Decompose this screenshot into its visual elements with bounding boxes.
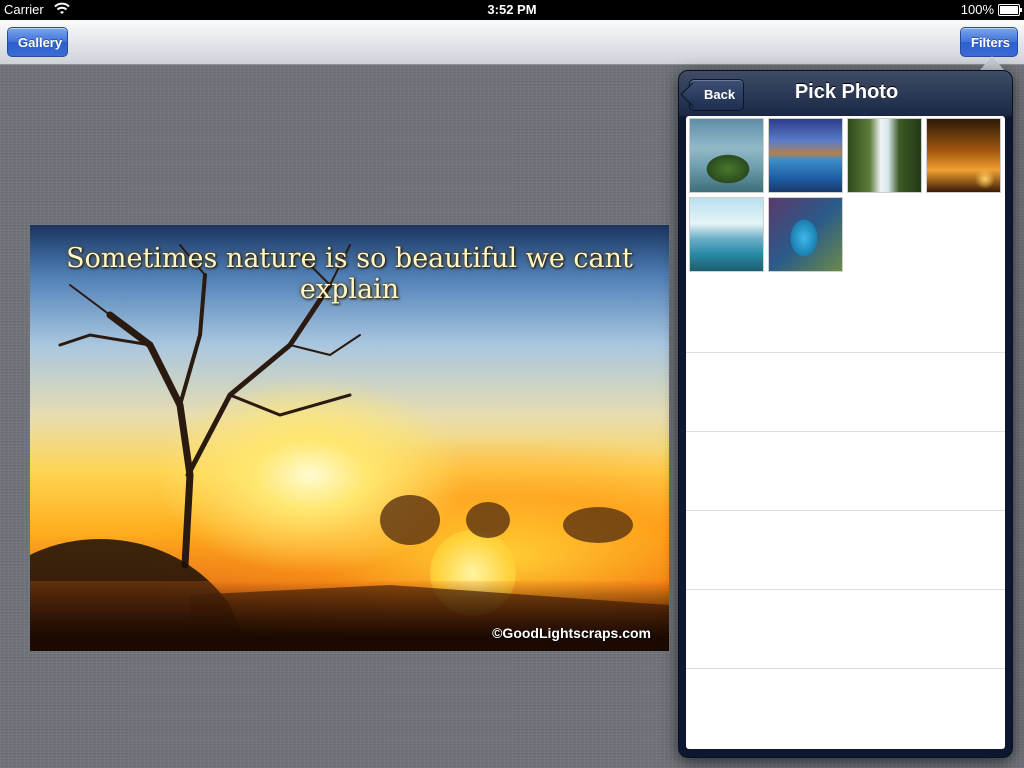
status-bar: Carrier 3:52 PM 100% <box>0 0 1024 20</box>
toolbar: Gallery Filters <box>0 20 1024 65</box>
photo-thumbnail[interactable] <box>768 118 843 193</box>
photo-caption: Sometimes nature is so beautiful we cant… <box>66 243 633 305</box>
row-divider <box>686 352 1005 353</box>
back-button[interactable]: Back <box>689 79 745 111</box>
clock: 3:52 PM <box>487 2 537 17</box>
photo-credit: ©GoodLightscraps.com <box>492 625 651 641</box>
filters-button[interactable]: Filters <box>960 27 1018 57</box>
battery-icon <box>998 4 1022 16</box>
photo-thumbnail[interactable] <box>847 118 922 193</box>
row-divider <box>686 589 1005 590</box>
photo-thumbnail[interactable] <box>689 197 764 272</box>
row-divider <box>686 668 1005 669</box>
gallery-button[interactable]: Gallery <box>7 27 68 57</box>
photo-grid <box>686 116 1005 749</box>
row-divider <box>686 431 1005 432</box>
pick-photo-popover: Back Pick Photo <box>678 70 1013 758</box>
row-divider <box>686 510 1005 511</box>
photo-thumbnail[interactable] <box>689 118 764 193</box>
popover-title: Pick Photo <box>794 81 899 103</box>
photo-thumbnail[interactable] <box>926 118 1001 193</box>
main-photo: Sometimes nature is so beautiful we cant… <box>30 225 669 651</box>
photo-thumbnail[interactable] <box>768 197 843 272</box>
back-button-label: Back <box>704 87 736 102</box>
battery-percentage: 100% <box>960 2 994 17</box>
popover-arrow <box>980 56 1004 70</box>
